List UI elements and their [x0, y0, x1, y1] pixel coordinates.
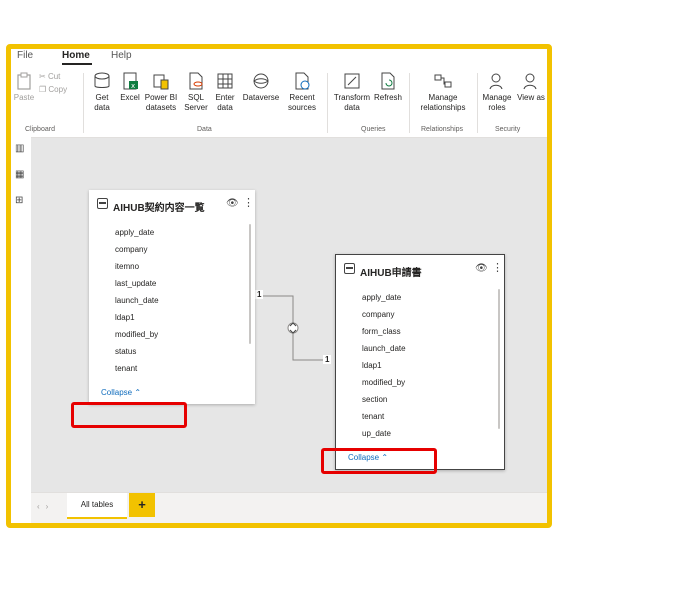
refresh-icon — [381, 72, 395, 90]
field-item[interactable]: company — [115, 241, 159, 258]
field-item[interactable]: launch_date — [115, 292, 159, 309]
excel-icon: x — [123, 72, 138, 90]
data-group-label: Data — [197, 126, 212, 133]
recent-sources-button[interactable]: Recent sources — [285, 71, 319, 113]
ribbon-separator — [83, 73, 84, 133]
field-item[interactable]: modified_by — [362, 374, 406, 391]
menu-bar: File Home Help — [11, 49, 547, 65]
clipboard-group-label: Clipboard — [25, 126, 55, 133]
ribbon-separator — [409, 73, 410, 133]
manage-roles-button[interactable]: Manage roles — [481, 71, 513, 113]
menu-home[interactable]: Home — [62, 50, 90, 61]
relationships-icon — [434, 74, 452, 88]
highlight-tenant-contract — [71, 402, 187, 428]
user-role-icon — [489, 73, 503, 90]
enter-data-button[interactable]: Enter data — [213, 71, 237, 113]
field-item[interactable]: apply_date — [362, 289, 406, 306]
report-view-icon[interactable]: ▥ — [15, 143, 24, 154]
field-item[interactable]: launch_date — [362, 340, 406, 357]
recent-sources-icon — [295, 72, 310, 90]
field-item[interactable]: tenant — [115, 360, 159, 377]
field-item[interactable]: ldap1 — [362, 357, 406, 374]
more-options-icon[interactable]: ⋮ — [243, 196, 254, 209]
table-grid-icon — [217, 73, 233, 89]
sql-server-button[interactable]: SQL Server — [183, 71, 209, 113]
transform-data-button[interactable]: Transform data — [333, 71, 371, 113]
view-as-icon — [523, 73, 537, 90]
field-list: apply_date company form_class launch_dat… — [362, 289, 406, 442]
menu-file[interactable]: File — [17, 50, 33, 61]
relationship-cardinality-left: 1 — [255, 290, 264, 299]
manage-relationships-button[interactable]: Manage relationships — [415, 71, 471, 113]
dataverse-icon — [253, 73, 269, 89]
add-layout-button[interactable]: + — [129, 493, 155, 517]
power-bi-datasets-button[interactable]: Power BI datasets — [143, 71, 179, 113]
svg-text:x: x — [131, 82, 135, 90]
data-view-icon[interactable]: ▦ — [15, 169, 24, 180]
field-item[interactable]: apply_date — [115, 224, 159, 241]
highlight-tenant-application — [321, 448, 437, 474]
field-item[interactable]: section — [362, 391, 406, 408]
refresh-button[interactable]: Refresh — [373, 71, 403, 103]
field-item[interactable]: form_class — [362, 323, 406, 340]
field-item[interactable]: last_update — [115, 275, 159, 292]
table-title: AIHUB契約内容一覧 — [113, 203, 205, 214]
table-icon — [344, 263, 355, 274]
model-view-icon[interactable]: ⊞ — [15, 195, 23, 206]
table-title: AIHUB申請書 — [360, 268, 422, 279]
visibility-eye-icon[interactable]: 👁 — [226, 198, 239, 209]
model-canvas[interactable]: 1 1 AIHUB契約内容一覧 👁 ⋮ apply_date company i… — [31, 138, 547, 498]
field-list: apply_date company itemno last_update la… — [115, 224, 159, 377]
field-item[interactable]: tenant — [362, 408, 406, 425]
menu-help[interactable]: Help — [111, 50, 132, 61]
tab-nav-arrows[interactable]: ‹› — [37, 502, 54, 511]
ribbon: Paste ✂ Cut ❐ Copy Clipboard Get data x … — [11, 65, 547, 138]
paste-button[interactable]: Paste — [13, 71, 35, 103]
table-icon — [97, 198, 108, 209]
page-tab-bar: ‹› All tables + — [31, 492, 547, 523]
table-card-application[interactable]: AIHUB申請書 👁 ⋮ apply_date company form_cla… — [335, 254, 505, 470]
field-item[interactable]: modified_by — [115, 326, 159, 343]
field-item[interactable]: company — [362, 306, 406, 323]
get-data-button[interactable]: Get data — [89, 71, 115, 113]
paste-icon — [17, 72, 31, 90]
powerbi-window: File Home Help Paste ✂ Cut ❐ Copy Clipbo… — [6, 44, 552, 528]
ribbon-separator — [327, 73, 328, 133]
more-options-icon[interactable]: ⋮ — [492, 261, 503, 274]
field-item[interactable]: status — [115, 343, 159, 360]
scrollbar[interactable] — [249, 224, 251, 344]
queries-group-label: Queries — [361, 126, 386, 133]
relationships-group-label: Relationships — [421, 126, 464, 133]
ribbon-separator — [477, 73, 478, 133]
chevron-up-icon: ⌃ — [134, 388, 142, 397]
view-as-button[interactable]: View as — [517, 71, 545, 103]
copy-icon: ❐ — [39, 85, 47, 94]
field-item[interactable]: ldap1 — [115, 309, 159, 326]
collapse-link[interactable]: Collapse ⌃ — [101, 388, 141, 397]
tab-all-tables[interactable]: All tables — [67, 493, 127, 519]
security-group-label: Security — [495, 126, 521, 133]
dataset-icon — [153, 74, 169, 90]
copy-button[interactable]: ❐ Copy — [39, 85, 67, 95]
excel-button[interactable]: x Excel — [119, 71, 141, 103]
database-icon — [94, 72, 110, 88]
field-item[interactable]: up_date — [362, 425, 406, 442]
sql-server-icon — [189, 72, 203, 90]
relationship-cardinality-right: 1 — [323, 355, 332, 364]
view-switcher-rail: ▥ ▦ ⊞ — [11, 137, 32, 523]
table-card-contract[interactable]: AIHUB契約内容一覧 👁 ⋮ apply_date company itemn… — [89, 190, 255, 404]
dataverse-button[interactable]: Dataverse — [241, 71, 281, 103]
scrollbar[interactable] — [498, 289, 500, 429]
transform-icon — [344, 73, 360, 89]
cut-button[interactable]: ✂ Cut — [39, 72, 60, 82]
scissors-icon: ✂ — [39, 72, 46, 81]
field-item[interactable]: itemno — [115, 258, 159, 275]
visibility-eye-icon[interactable]: 👁 — [475, 263, 488, 274]
